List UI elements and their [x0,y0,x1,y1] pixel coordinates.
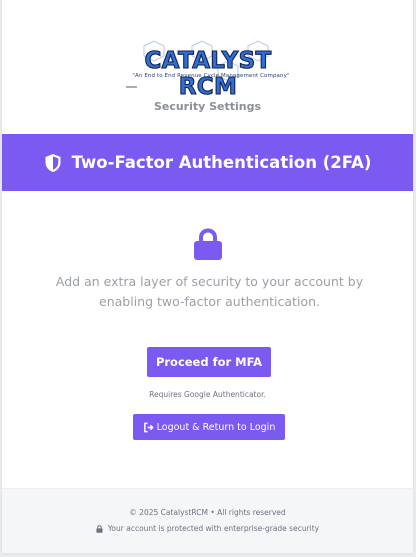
sign-out-icon [143,422,154,432]
proceed-mfa-button[interactable]: Proceed for MFA [147,347,271,377]
banner: Two-Factor Authentication (2FA) [2,134,413,191]
page-subtitle: Security Settings [153,100,262,113]
logout-button[interactable]: Logout & Return to Login [133,414,285,440]
banner-title: Two-Factor Authentication (2FA) [71,153,372,172]
logout-button-label: Logout & Return to Login [156,421,276,433]
copyright-text: © 2025 CatalystRCM • All rights reserved [129,508,286,517]
description-text: Add an extra layer of security to your a… [55,274,364,309]
requirement-note: Requires Google Authenticator. [149,390,266,399]
divider [126,86,137,88]
catalyst-rcm-logo: CATALYST RCM "An End to End Revenue Cycl… [122,40,294,101]
mfa-card: CATALYST RCM "An End to End Revenue Cycl… [2,0,413,553]
lock-icon [194,228,222,260]
logo-tagline: "An End to End Revenue Cycle Management … [132,73,290,79]
security-note: Your account is protected with enterpris… [2,524,413,533]
shield-icon [45,153,61,172]
security-note-text: Your account is protected with enterpris… [107,524,320,533]
header: CATALYST RCM "An End to End Revenue Cycl… [2,0,413,134]
lock-icon [96,524,103,533]
footer: © 2025 CatalystRCM • All rights reserved… [2,488,413,553]
